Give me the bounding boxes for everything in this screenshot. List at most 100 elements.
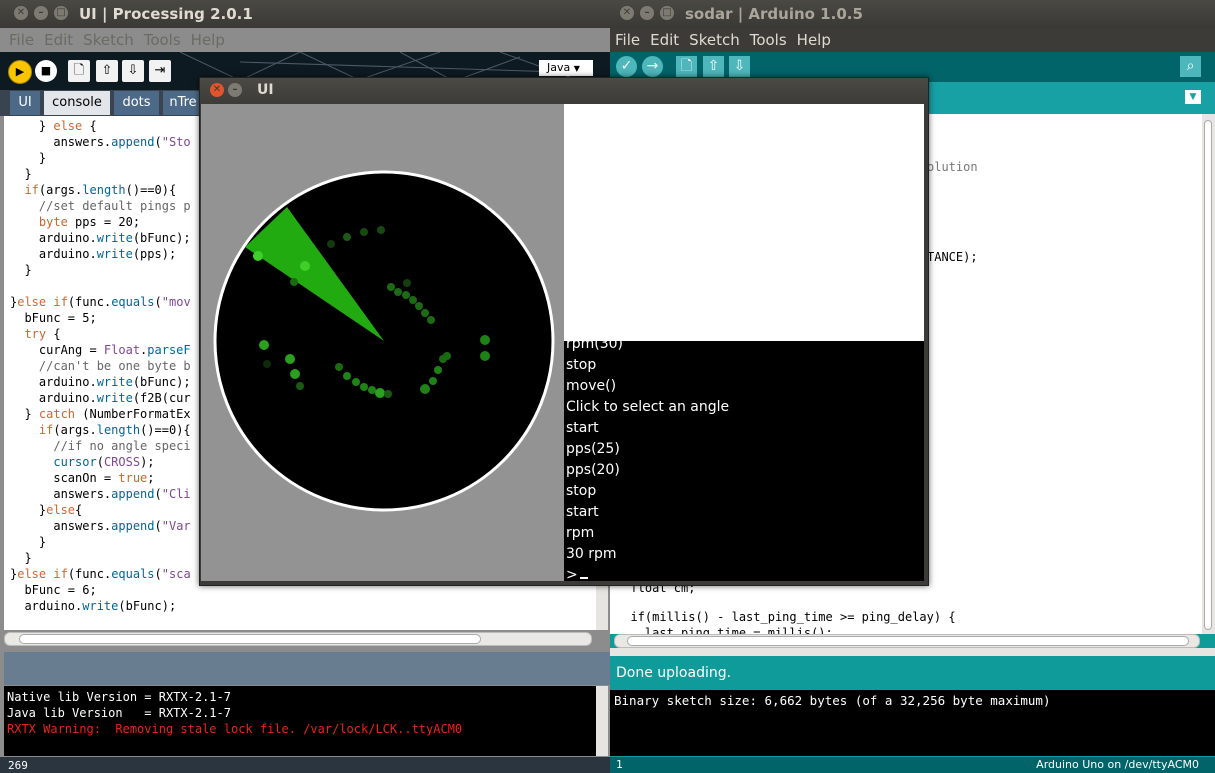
arduino-hscroll[interactable] bbox=[614, 634, 1200, 648]
mode-selector[interactable]: Java ▼ bbox=[539, 60, 593, 76]
radar-echo-dot bbox=[285, 354, 295, 364]
console-line: Native lib Version = RXTX-2.1-7 bbox=[7, 690, 231, 704]
code-fragment: olution bbox=[927, 160, 978, 174]
menu-file[interactable]: File bbox=[4, 28, 39, 52]
maximize-icon[interactable]: □ bbox=[660, 6, 674, 20]
radar-echo-dot bbox=[343, 233, 351, 241]
menu-help[interactable]: Help bbox=[792, 28, 836, 52]
radar-echo-dot bbox=[343, 372, 351, 380]
run-button[interactable]: ▶ bbox=[8, 60, 32, 84]
code-line: arduino.write(bFunc); bbox=[10, 375, 191, 389]
verify-button[interactable]: ✓ bbox=[616, 56, 637, 77]
radar-display[interactable] bbox=[201, 104, 564, 581]
menu-tools[interactable]: Tools bbox=[139, 28, 186, 52]
ui-console-prompt[interactable]: > bbox=[566, 565, 588, 581]
radar-panel[interactable] bbox=[201, 104, 564, 581]
ui-console-line: pps(20) bbox=[566, 462, 620, 478]
menu-sketch[interactable]: Sketch bbox=[78, 28, 139, 52]
tab-console[interactable]: console bbox=[44, 91, 110, 115]
radar-echo-dot bbox=[263, 360, 271, 368]
upload-button[interactable]: → bbox=[642, 56, 663, 77]
arduino-vscroll[interactable] bbox=[1202, 114, 1215, 634]
radar-echo-dot bbox=[300, 261, 310, 271]
code-line: } bbox=[10, 151, 47, 165]
menu-edit[interactable]: Edit bbox=[645, 28, 684, 52]
stop-button[interactable]: ■ bbox=[35, 60, 57, 82]
menu-sketch[interactable]: Sketch bbox=[684, 28, 745, 52]
processing-console: Native lib Version = RXTX-2.1-7 Java lib… bbox=[4, 686, 596, 756]
radar-echo-dot bbox=[360, 228, 368, 236]
save-button[interactable]: ⇩ bbox=[122, 60, 144, 82]
window-title: sodar | Arduino 1.0.5 bbox=[685, 5, 863, 23]
ui-console[interactable]: rpm(30) stop move() Click to select an angl… bbox=[564, 341, 924, 581]
processing-menubar: File Edit Sketch Tools Help bbox=[0, 28, 610, 52]
code-line: answers.append("Cli bbox=[10, 487, 191, 501]
radar-echo-dot bbox=[360, 383, 368, 391]
code-fragment: TANCE); bbox=[927, 250, 978, 264]
minimize-icon[interactable]: – bbox=[34, 6, 48, 20]
code-line: last_ping_time = millis(); bbox=[616, 626, 833, 634]
close-icon[interactable]: ✕ bbox=[14, 6, 28, 20]
scroll-thumb[interactable] bbox=[627, 636, 1189, 646]
ui-sketch-window: ✕ – UI rpm(30) stop move() Click to select … bbox=[199, 77, 929, 586]
new-button[interactable]: 🗋 bbox=[676, 56, 697, 77]
ui-console-line: pps(25) bbox=[566, 441, 620, 457]
code-line: }else if(func.equals("mov bbox=[10, 295, 191, 309]
tab-ntre[interactable]: nTre bbox=[163, 91, 203, 115]
console-line: Binary sketch size: 6,662 bytes (of a 32… bbox=[614, 693, 1051, 708]
scroll-thumb[interactable] bbox=[1204, 120, 1212, 630]
menu-edit[interactable]: Edit bbox=[39, 28, 78, 52]
processing-hscroll[interactable] bbox=[4, 632, 592, 646]
minimize-icon[interactable]: – bbox=[228, 83, 242, 97]
open-button[interactable]: ⇧ bbox=[96, 60, 118, 82]
open-button[interactable]: ⇧ bbox=[703, 56, 724, 77]
code-line: try { bbox=[24, 327, 61, 341]
ui-console-line: rpm(30) bbox=[566, 341, 624, 352]
menu-file[interactable]: File bbox=[610, 28, 645, 52]
code-line: scanOn = true; bbox=[10, 471, 155, 485]
export-button[interactable]: ⇥ bbox=[149, 60, 171, 82]
tab-menu-icon[interactable]: ▼ bbox=[1185, 90, 1201, 104]
code-line: if(args.length()==0){ bbox=[38, 423, 191, 437]
code-line: } bbox=[10, 263, 32, 277]
radar-echo-dot bbox=[402, 291, 410, 299]
radar-echo-dot bbox=[394, 288, 402, 296]
save-button[interactable]: ⇩ bbox=[729, 56, 750, 77]
new-button[interactable]: 🗋 bbox=[68, 60, 90, 82]
code-line: if(millis() - last_ping_time >= ping_del… bbox=[616, 610, 956, 624]
radar-echo-dot bbox=[403, 279, 411, 287]
radar-echo-dot bbox=[387, 283, 395, 291]
minimize-icon[interactable]: – bbox=[640, 6, 654, 20]
code-line: arduino.write(f2B(cur bbox=[10, 391, 191, 405]
radar-echo-dot bbox=[296, 382, 304, 390]
code-area[interactable]: } else { answers.append("Sto } } if(args… bbox=[10, 118, 191, 614]
menu-help[interactable]: Help bbox=[186, 28, 230, 52]
ui-console-line: move() bbox=[566, 378, 617, 394]
radar-echo-dot bbox=[415, 302, 423, 310]
menu-tools[interactable]: Tools bbox=[745, 28, 792, 52]
tab-dots[interactable]: dots bbox=[114, 91, 159, 115]
radar-echo-dot bbox=[368, 386, 376, 394]
code-line: answers.append("Sto bbox=[10, 135, 191, 149]
arduino-status: Done uploading. bbox=[610, 656, 1215, 690]
close-icon[interactable]: ✕ bbox=[210, 83, 224, 97]
arduino-statusbar: 1 Arduino Uno on /dev/ttyACM0 bbox=[610, 757, 1215, 773]
code-line: byte pps = 20; bbox=[38, 215, 141, 229]
ui-info-panel bbox=[564, 104, 924, 341]
scroll-thumb[interactable] bbox=[19, 634, 481, 644]
ui-console-line: stop bbox=[566, 357, 597, 373]
line-number: 269 bbox=[8, 759, 28, 772]
maximize-icon[interactable]: □ bbox=[54, 6, 68, 20]
processing-console-scroll[interactable] bbox=[596, 686, 608, 756]
code-line: arduino.write(pps); bbox=[10, 247, 177, 261]
serial-monitor-icon[interactable]: ⌕ bbox=[1180, 56, 1201, 77]
arduino-divider bbox=[610, 648, 1215, 656]
code-line: bFunc = 5; bbox=[10, 311, 97, 325]
text-cursor bbox=[579, 565, 588, 579]
code-line: //set default pings p bbox=[10, 199, 191, 213]
close-icon[interactable]: ✕ bbox=[620, 6, 634, 20]
radar-echo-dot bbox=[434, 366, 442, 374]
console-warning-line: RXTX Warning: Removing stale lock file. … bbox=[7, 722, 463, 736]
tab-ui[interactable]: UI bbox=[10, 91, 40, 115]
